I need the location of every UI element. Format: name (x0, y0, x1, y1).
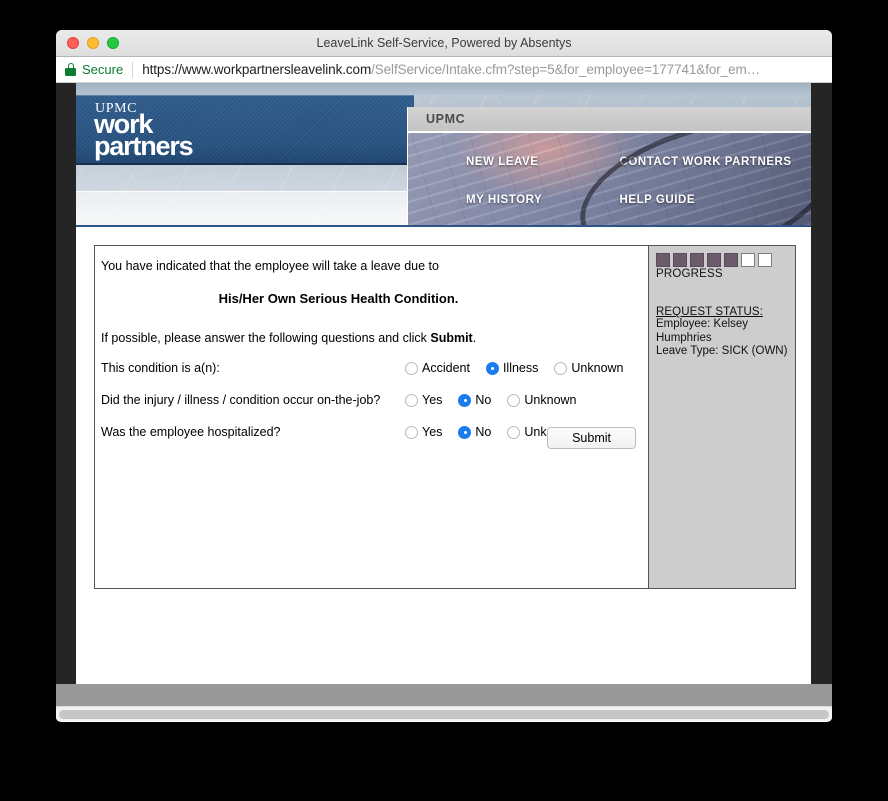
progress-step-4 (707, 253, 721, 267)
browser-window: LeaveLink Self-Service, Powered by Absen… (56, 30, 832, 722)
nav-item-contact-work-partners[interactable]: CONTACT WORK PARTNERS (610, 156, 812, 168)
radio-label-onjob-yes: Yes (422, 393, 443, 407)
main-navigation-panel: UPMC NEW LEAVE CONTACT WORK PARTNERS MY … (407, 107, 811, 227)
viewport-right-gutter (811, 83, 832, 684)
address-bar-url[interactable]: https://www.workpartnersleavelink.com/Se… (142, 62, 760, 77)
radio-illness[interactable] (485, 361, 499, 375)
radio-option-illness[interactable]: Illness (485, 361, 550, 375)
question-label-condition-type: This condition is a(n): (101, 361, 220, 375)
submit-button[interactable]: Submit (547, 427, 636, 449)
request-status-panel: PROGRESS REQUEST STATUS: Employee: Kelse… (648, 246, 795, 588)
nav-item-my-history[interactable]: MY HISTORY (408, 194, 610, 206)
site-logo[interactable]: UPMC work partners (76, 95, 414, 165)
progress-step-7 (758, 253, 772, 267)
traffic-lights (56, 37, 119, 49)
progress-step-2 (673, 253, 687, 267)
progress-step-1 (656, 253, 670, 267)
radio-option-accident[interactable]: Accident (405, 361, 482, 375)
radio-label-accident: Accident (422, 361, 470, 375)
nav-panel-title: UPMC (426, 112, 466, 126)
instruction-text: If possible, please answer the following… (99, 331, 648, 345)
radio-condition-unknown[interactable] (554, 361, 568, 375)
address-bar[interactable]: Secure https://www.workpartnersleavelink… (56, 57, 832, 83)
site-header: UPMC work partners UPMC NEW LEAVE CONTAC… (76, 83, 811, 227)
radio-option-onjob-yes[interactable]: Yes (405, 393, 454, 407)
question-label-on-the-job: Did the injury / illness / condition occ… (101, 393, 381, 407)
intro-text: You have indicated that the employee wil… (101, 259, 439, 273)
logo-partners-text: partners (94, 131, 194, 161)
radio-onjob-no[interactable] (458, 393, 472, 407)
question-row: Did the injury / illness / condition occ… (99, 391, 648, 409)
radio-label-onjob-no: No (475, 393, 492, 407)
instruction-submit-word: Submit (430, 331, 473, 345)
radio-onjob-yes[interactable] (405, 393, 418, 407)
viewport-left-gutter (56, 83, 76, 684)
minimize-window-button[interactable] (87, 37, 99, 49)
url-path: /SelfService/Intake.cfm?step=5&for_emplo… (371, 62, 761, 77)
browser-viewport: UPMC work partners UPMC NEW LEAVE CONTAC… (56, 83, 832, 721)
url-host: https://www.workpartnersleavelink.com (142, 62, 372, 77)
radio-label-condition-unknown: Unknown (571, 361, 624, 375)
radio-option-condition-unknown[interactable]: Unknown (554, 361, 635, 375)
radio-accident[interactable] (405, 361, 418, 375)
close-window-button[interactable] (67, 37, 79, 49)
zoom-window-button[interactable] (107, 37, 119, 49)
status-employee-line: Employee: Kelsey Humphries (656, 318, 749, 344)
address-bar-divider (132, 61, 134, 78)
lock-icon (65, 63, 76, 76)
progress-label: PROGRESS (656, 268, 723, 280)
progress-step-5 (724, 253, 738, 267)
intake-form-column: You have indicated that the employee wil… (95, 246, 648, 588)
security-status-label: Secure (82, 62, 124, 77)
horizontal-scrollbar-thumb[interactable] (59, 709, 829, 719)
progress-indicator (656, 253, 795, 267)
radio-label-onjob-unknown: Unknown (524, 393, 577, 407)
header-lower-band (76, 191, 414, 225)
header-top-strip (76, 83, 811, 95)
web-page: UPMC work partners UPMC NEW LEAVE CONTAC… (76, 83, 811, 684)
nav-links: NEW LEAVE CONTACT WORK PARTNERS MY HISTO… (408, 133, 811, 225)
window-titlebar: LeaveLink Self-Service, Powered by Absen… (56, 30, 832, 57)
leave-reason-text: His/Her Own Serious Health Condition. (218, 291, 459, 306)
request-status-title: REQUEST STATUS: (656, 306, 763, 318)
instruction-text-post: . (472, 331, 477, 345)
window-title: LeaveLink Self-Service, Powered by Absen… (316, 36, 572, 50)
progress-step-3 (690, 253, 704, 267)
nav-background-photo: NEW LEAVE CONTACT WORK PARTNERS MY HISTO… (408, 133, 811, 225)
nav-panel-header: UPMC (408, 107, 811, 133)
instruction-text-pre: If possible, please answer the following… (101, 331, 431, 345)
submit-row: Submit (95, 427, 648, 449)
radio-option-onjob-no[interactable]: No (458, 393, 503, 407)
radio-label-illness: Illness (502, 361, 539, 375)
status-leave-type-line: Leave Type: SICK (OWN) (656, 345, 788, 357)
radio-onjob-unknown[interactable] (507, 393, 521, 407)
question-row: This condition is a(n): Accident Illness (99, 359, 648, 377)
radio-group-condition-type: Accident Illness Unknown (405, 361, 640, 375)
radio-option-onjob-unknown[interactable]: Unknown (507, 393, 588, 407)
intake-form-panel: You have indicated that the employee wil… (94, 245, 796, 589)
horizontal-scrollbar[interactable] (56, 706, 832, 721)
progress-step-6 (741, 253, 755, 267)
content-wrapper: You have indicated that the employee wil… (76, 227, 811, 589)
nav-item-help-guide[interactable]: HELP GUIDE (610, 194, 812, 206)
nav-item-new-leave[interactable]: NEW LEAVE (408, 156, 610, 168)
radio-group-on-the-job: Yes No Unknown (405, 393, 593, 407)
